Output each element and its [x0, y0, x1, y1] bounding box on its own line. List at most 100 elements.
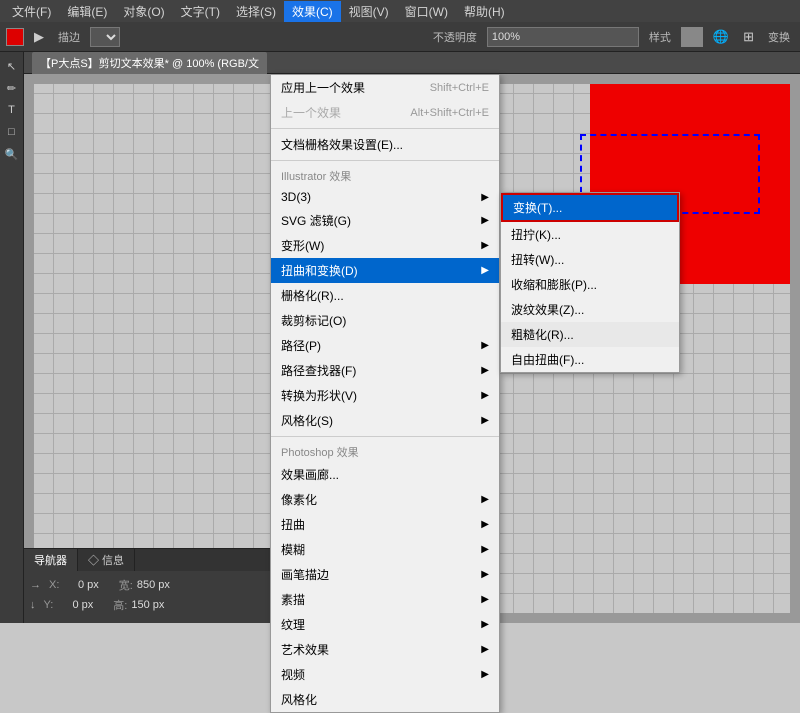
- menu-pathfinder-label: 路径查找器(F): [281, 362, 481, 379]
- menu-texture[interactable]: 纹理 ▶: [271, 612, 499, 637]
- submenu-shrink-label: 收缩和膨胀(P)...: [511, 276, 669, 293]
- panel-content: → X: 0 px 宽: 850 px ↓ Y: 0 px 高: 150 px: [24, 571, 294, 623]
- last-effect[interactable]: 上一个效果 Alt+Shift+Ctrl+E: [271, 100, 499, 125]
- distort-submenu[interactable]: 变换(T)... 扭拧(K)... 扭转(W)... 收缩和膨胀(P)... 波…: [500, 192, 680, 373]
- tool-pen[interactable]: ✏: [2, 78, 22, 98]
- toolbar-icon-1[interactable]: ▶: [30, 27, 48, 47]
- divider-3: [271, 436, 499, 437]
- color-swatch[interactable]: [6, 28, 24, 46]
- illustrator-section-label: Illustrator 效果: [271, 164, 499, 186]
- submenu-transform-label: 变换(T)...: [513, 199, 667, 216]
- menu-pixelate[interactable]: 像素化 ▶: [271, 487, 499, 512]
- submenu-twist[interactable]: 扭转(W)...: [501, 247, 679, 272]
- menu-file[interactable]: 文件(F): [4, 1, 59, 22]
- info-tab[interactable]: ◇ 信息: [78, 549, 135, 571]
- canvas-tab-active[interactable]: 【P大点S】剪切文本效果* @ 100% (RGB/文: [32, 52, 267, 74]
- height-label: 高:: [113, 597, 127, 613]
- opacity-input[interactable]: [487, 27, 639, 47]
- menu-3d-label: 3D(3): [281, 190, 481, 204]
- x-label: X:: [49, 579, 74, 591]
- menu-3d-arrow: ▶: [481, 192, 489, 203]
- opacity-label: 不透明度: [429, 29, 481, 45]
- menu-crop-label: 裁剪标记(O): [281, 312, 489, 329]
- menu-gallery[interactable]: 效果画廊...: [271, 462, 499, 487]
- submenu-freedistort[interactable]: 自由扭曲(F)...: [501, 347, 679, 372]
- divider-2: [271, 160, 499, 161]
- menu-convert-label: 转换为形状(V): [281, 387, 481, 404]
- style-swatch[interactable]: [681, 27, 703, 47]
- submenu-freedistort-label: 自由扭曲(F)...: [511, 351, 669, 368]
- tool-arrow[interactable]: ↖: [2, 56, 22, 76]
- globe-icon[interactable]: 🌐: [709, 27, 733, 47]
- submenu-pucker-label: 扭拧(K)...: [511, 226, 669, 243]
- menu-edit[interactable]: 编辑(E): [59, 1, 115, 22]
- menu-artistic[interactable]: 艺术效果 ▶: [271, 637, 499, 662]
- menu-distort-transform[interactable]: 扭曲和变换(D) ▶: [271, 258, 499, 283]
- submenu-ripple[interactable]: 波纹效果(Z)...: [501, 297, 679, 322]
- menu-texture-label: 纹理: [281, 616, 481, 633]
- menu-select[interactable]: 选择(S): [228, 1, 284, 22]
- menu-effect[interactable]: 效果(C): [284, 1, 341, 22]
- menu-distort2-label: 扭曲: [281, 516, 481, 533]
- menu-warp-arrow: ▶: [481, 240, 489, 251]
- doc-grid-settings[interactable]: 文档栅格效果设置(E)...: [271, 132, 499, 157]
- grid-icon[interactable]: ⊞: [739, 27, 758, 47]
- menu-rasterize[interactable]: 栅格化(R)...: [271, 283, 499, 308]
- menu-brush[interactable]: 画笔描边 ▶: [271, 562, 499, 587]
- menu-pathfinder-arrow: ▶: [481, 365, 489, 376]
- menu-stylize-arrow: ▶: [481, 415, 489, 426]
- tool-zoom[interactable]: 🔍: [2, 144, 22, 164]
- menu-view[interactable]: 视图(V): [341, 1, 397, 22]
- stroke-label: 描边: [54, 29, 84, 45]
- canvas-tab: 【P大点S】剪切文本效果* @ 100% (RGB/文: [24, 52, 800, 74]
- menu-rasterize-label: 栅格化(R)...: [281, 287, 489, 304]
- menu-text[interactable]: 文字(T): [173, 1, 228, 22]
- last-effect-label: 上一个效果: [281, 104, 390, 121]
- submenu-roughen[interactable]: 粗糙化(R)...: [501, 322, 679, 347]
- apply-last-effect[interactable]: 应用上一个效果 Shift+Ctrl+E: [271, 75, 499, 100]
- menu-artistic-arrow: ▶: [481, 644, 489, 655]
- menu-crop-marks[interactable]: 裁剪标记(O): [271, 308, 499, 333]
- stroke-select[interactable]: [90, 27, 120, 47]
- menu-svg-arrow: ▶: [481, 215, 489, 226]
- menu-object[interactable]: 对象(O): [115, 1, 172, 22]
- menu-sketch[interactable]: 素描 ▶: [271, 587, 499, 612]
- submenu-pucker[interactable]: 扭拧(K)...: [501, 222, 679, 247]
- navigator-tab[interactable]: 导航器: [24, 549, 78, 571]
- menu-texture-arrow: ▶: [481, 619, 489, 630]
- last-effect-shortcut: Alt+Shift+Ctrl+E: [410, 107, 489, 119]
- y-label: Y:: [44, 599, 69, 611]
- submenu-transform[interactable]: 变换(T)...: [501, 193, 679, 222]
- submenu-shrink-expand[interactable]: 收缩和膨胀(P)...: [501, 272, 679, 297]
- tool-rect[interactable]: □: [2, 122, 22, 142]
- menu-pixelate-arrow: ▶: [481, 494, 489, 505]
- menu-video[interactable]: 视频 ▶: [271, 662, 499, 687]
- y-value: 0 px: [73, 599, 94, 611]
- menu-stylize[interactable]: 风格化(S) ▶: [271, 408, 499, 433]
- effect-dropdown-menu[interactable]: 应用上一个效果 Shift+Ctrl+E 上一个效果 Alt+Shift+Ctr…: [270, 74, 500, 713]
- menu-help[interactable]: 帮助(H): [456, 1, 513, 22]
- transform-label: 变换: [764, 29, 794, 45]
- menu-path[interactable]: 路径(P) ▶: [271, 333, 499, 358]
- menu-3d[interactable]: 3D(3) ▶: [271, 186, 499, 208]
- submenu-ripple-label: 波纹效果(Z)...: [511, 301, 669, 318]
- submenu-twist-label: 扭转(W)...: [511, 251, 669, 268]
- height-value: 150 px: [131, 599, 164, 611]
- panel-row-y: ↓ Y: 0 px 高: 150 px: [30, 597, 288, 613]
- width-label: 宽:: [119, 577, 133, 593]
- tool-text[interactable]: T: [2, 100, 22, 120]
- menu-bar: 文件(F) 编辑(E) 对象(O) 文字(T) 选择(S) 效果(C) 视图(V…: [0, 0, 800, 22]
- menu-ps-stylize[interactable]: 风格化: [271, 687, 499, 712]
- menu-path-arrow: ▶: [481, 340, 489, 351]
- menu-stylize-label: 风格化(S): [281, 412, 481, 429]
- menu-blur[interactable]: 模糊 ▶: [271, 537, 499, 562]
- menu-pathfinder[interactable]: 路径查找器(F) ▶: [271, 358, 499, 383]
- menu-warp[interactable]: 变形(W) ▶: [271, 233, 499, 258]
- apply-last-label: 应用上一个效果: [281, 79, 410, 96]
- menu-window[interactable]: 窗口(W): [397, 1, 456, 22]
- menu-convert-shape[interactable]: 转换为形状(V) ▶: [271, 383, 499, 408]
- menu-brush-arrow: ▶: [481, 569, 489, 580]
- menu-gallery-label: 效果画廊...: [281, 466, 489, 483]
- menu-distort[interactable]: 扭曲 ▶: [271, 512, 499, 537]
- menu-svg[interactable]: SVG 滤镜(G) ▶: [271, 208, 499, 233]
